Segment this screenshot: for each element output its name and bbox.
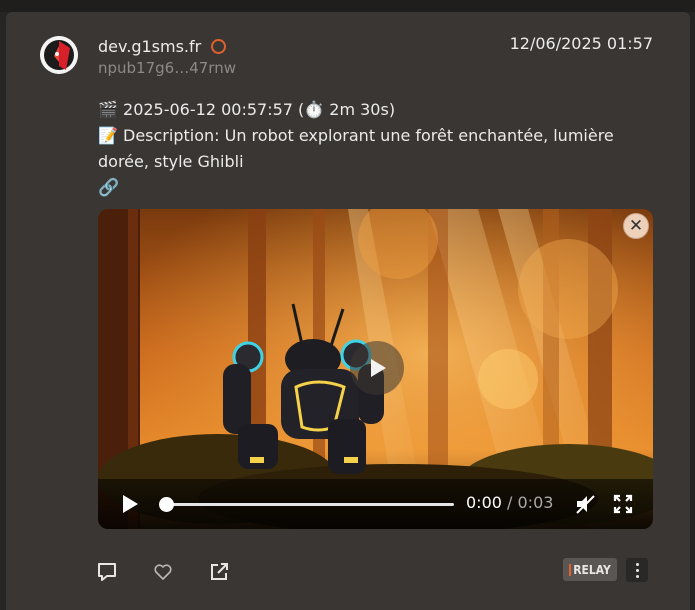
more-vertical-icon-dot xyxy=(635,574,639,578)
content-line-description: 📝 Description: Un robot explorant une fo… xyxy=(98,123,658,175)
play-icon xyxy=(371,359,386,377)
content-line-link: 🔗 xyxy=(98,175,658,201)
time-separator: / xyxy=(501,493,518,512)
more-vertical-icon xyxy=(635,562,639,566)
seek-bar[interactable] xyxy=(159,497,454,512)
time-display: 0:00 / 0:03 xyxy=(466,493,553,512)
heart-icon[interactable] xyxy=(153,562,173,582)
description-text: Description: Un robot explorant une forê… xyxy=(98,126,614,171)
reply-icon[interactable] xyxy=(97,562,117,582)
author-avatar[interactable] xyxy=(40,36,78,74)
mute-icon[interactable] xyxy=(574,493,596,515)
relay-label: RELAY xyxy=(573,562,611,577)
close-icon: ✕ xyxy=(628,215,644,236)
recording-datetime: 2025-06-12 00:57:57 ( xyxy=(117,100,305,119)
more-options-button[interactable] xyxy=(626,558,648,582)
post-content: 🎬 2025-06-12 00:57:57 (⏱️ 2m 30s) 📝 Desc… xyxy=(98,97,658,201)
fullscreen-icon[interactable] xyxy=(613,494,633,514)
video-controls: 0:00 / 0:03 xyxy=(98,479,653,529)
memo-icon: 📝 xyxy=(98,126,118,145)
nostr-avatar-logo-icon xyxy=(40,36,78,74)
stopwatch-icon: ⏱️ xyxy=(304,100,325,119)
status-ring-icon xyxy=(211,39,227,54)
relay-accent-bar xyxy=(569,563,572,576)
more-vertical-icon-dot xyxy=(635,568,639,572)
current-time: 0:00 xyxy=(466,493,502,512)
author-npub[interactable]: npub17g6…47rnw xyxy=(98,59,236,77)
link-icon[interactable]: 🔗 xyxy=(98,178,119,198)
share-icon[interactable] xyxy=(209,562,229,582)
video-player[interactable]: ✕ 0:00 / 0:03 xyxy=(98,209,653,529)
close-video-button[interactable]: ✕ xyxy=(623,213,649,239)
duration: 0:03 xyxy=(517,493,554,512)
clapperboard-icon: 🎬 xyxy=(98,100,118,119)
author-name[interactable]: dev.g1sms.fr xyxy=(98,37,201,56)
control-play-icon[interactable] xyxy=(120,494,140,514)
author-header: dev.g1sms.fr xyxy=(98,37,227,56)
big-play-button[interactable] xyxy=(350,341,404,395)
seek-thumb[interactable] xyxy=(159,497,174,512)
content-line-recording: 🎬 2025-06-12 00:57:57 (⏱️ 2m 30s) xyxy=(98,97,658,123)
relay-badge[interactable]: RELAY xyxy=(563,558,617,581)
post-timestamp[interactable]: 12/06/2025 01:57 xyxy=(510,34,653,53)
top-strip xyxy=(0,0,695,12)
recording-duration: 2m 30s) xyxy=(324,100,396,119)
